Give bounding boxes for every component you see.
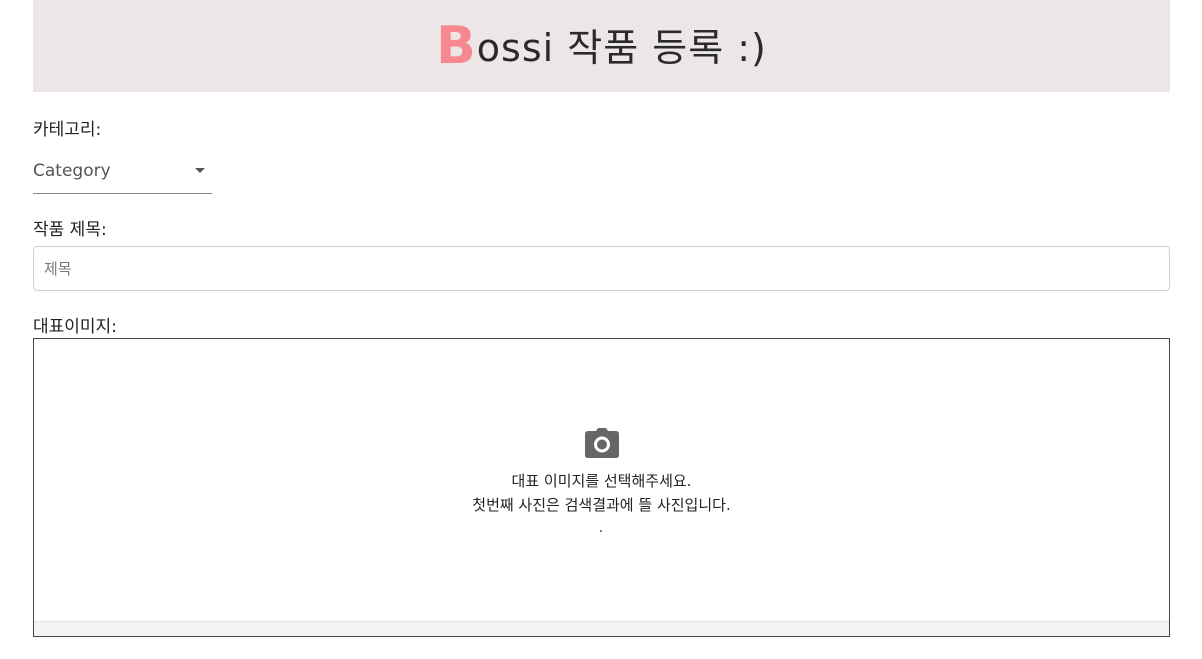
caret-down-icon	[195, 168, 205, 173]
page-title-initial: B	[436, 16, 477, 76]
title-label: 작품 제목:	[33, 220, 107, 240]
category-select-value: Category	[33, 161, 111, 181]
category-label: 카테고리:	[33, 120, 102, 140]
camera-icon	[585, 428, 619, 458]
main-image-label: 대표이미지:	[33, 317, 117, 337]
category-select[interactable]: Category	[33, 152, 212, 194]
main-image-note: 첫번째 사진은 검색결과에 뜰 사진입니다.	[472, 496, 731, 514]
page-title: Bossi 작품 등록 :)	[436, 16, 767, 76]
header-banner: Bossi 작품 등록 :)	[33, 0, 1170, 92]
artwork-register-page: Bossi 작품 등록 :) 카테고리: Category 작품 제목: 대표이…	[0, 0, 1202, 659]
main-image-dropzone[interactable]: 대표 이미지를 선택해주세요. 첫번째 사진은 검색결과에 뜰 사진입니다.	[33, 338, 1170, 637]
dropzone-dot	[600, 530, 602, 532]
page-title-rest: ossi 작품 등록 :)	[476, 26, 767, 70]
dropzone-footer	[34, 621, 1169, 636]
main-image-instruction: 대표 이미지를 선택해주세요.	[511, 472, 692, 490]
title-input[interactable]	[33, 246, 1170, 291]
